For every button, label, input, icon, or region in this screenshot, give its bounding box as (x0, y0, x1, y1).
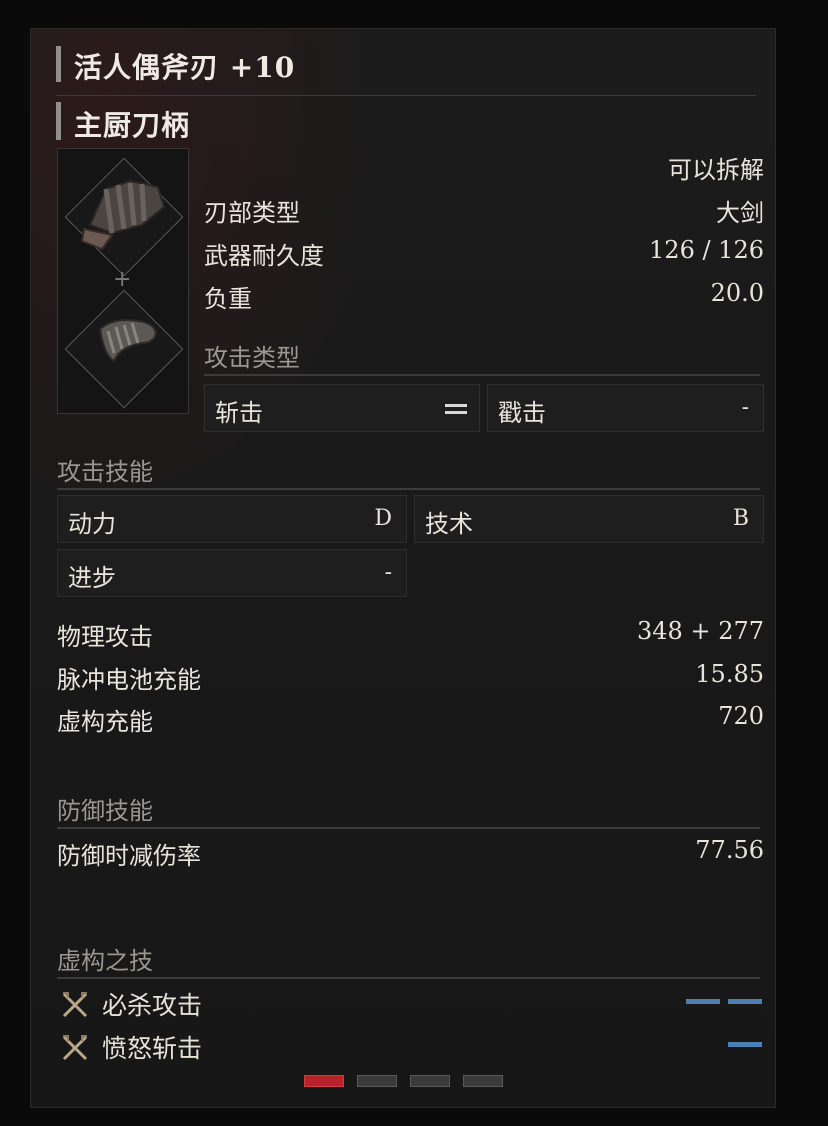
fable-skill-row[interactable]: 愤怒斩击 (60, 1029, 764, 1069)
pierce-value: - (741, 395, 749, 420)
section-divider (57, 977, 760, 979)
power-grade: D (374, 506, 392, 531)
fable-skill-row[interactable]: 必杀攻击 (60, 986, 764, 1026)
power-cell: 动力 D (57, 495, 407, 543)
slash-label: 斩击 (215, 399, 263, 427)
stat-value: 大剑 (716, 199, 764, 227)
attack-skill-title: 攻击技能 (57, 458, 153, 486)
stat-label: 虚构充能 (57, 708, 153, 736)
item-image-box: + (57, 148, 189, 414)
screen-frame: 活人偶斧刃 +10 主厨刀柄 + 可以拆解 刃部类型 大剑 武器耐久度 126 (0, 0, 828, 1126)
fable-slot-icon (728, 999, 762, 1004)
stat-value: 126 / 126 (649, 236, 764, 264)
title-accent-bar (56, 46, 61, 82)
durability-row: 武器耐久度 126 / 126 (204, 236, 764, 274)
fable-skill-label: 愤怒斩击 (102, 1034, 203, 1063)
plus-icon: + (113, 267, 132, 292)
stat-value: 20.0 (710, 279, 764, 307)
attack-type-title: 攻击类型 (204, 344, 300, 372)
section-divider (57, 827, 760, 829)
physical-attack-row: 物理攻击 348 + 277 (57, 617, 764, 655)
dismantle-row: 可以拆解 (204, 150, 764, 188)
page-indicator-1[interactable] (304, 1075, 344, 1087)
fable-charge-row: 虚构充能 720 (57, 702, 764, 740)
stat-value: 15.85 (695, 660, 764, 688)
item-subtitle-row: 主厨刀柄 (56, 100, 756, 146)
handle-name: 主厨刀柄 (74, 109, 191, 142)
guard-reduction-row: 防御时减伤率 77.56 (57, 836, 764, 874)
pulse-cell-row: 脉冲电池充能 15.85 (57, 660, 764, 698)
fable-arts-title: 虚构之技 (57, 947, 153, 975)
fable-slot-icon (728, 1042, 762, 1047)
subtitle-accent-bar (56, 102, 61, 140)
technique-cell: 技术 B (414, 495, 764, 543)
fable-slot-icon (686, 999, 720, 1004)
pierce-cell: 戳击 - (487, 384, 764, 432)
section-divider (57, 488, 760, 490)
fable-skill-label: 必杀攻击 (102, 991, 203, 1020)
crossed-swords-icon (62, 992, 88, 1018)
dismantle-label: 可以拆解 (668, 156, 764, 184)
stat-value: 720 (718, 702, 764, 730)
defense-skill-title: 防御技能 (57, 797, 153, 825)
crossed-swords-icon (62, 1035, 88, 1061)
page-indicator-2[interactable] (357, 1075, 397, 1087)
blade-type-row: 刃部类型 大剑 (204, 193, 764, 231)
section-divider (204, 374, 760, 376)
slash-cell: 斩击 (204, 384, 480, 432)
weight-row: 负重 20.0 (204, 279, 764, 317)
page-indicator-4[interactable] (463, 1075, 503, 1087)
power-label: 动力 (68, 510, 116, 538)
item-title: 活人偶斧刃 +10 (74, 51, 296, 84)
stat-label: 负重 (204, 285, 252, 313)
advance-cell: 进步 - (57, 549, 407, 597)
page-indicator-3[interactable] (410, 1075, 450, 1087)
stat-value: 348 + 277 (637, 617, 764, 645)
stat-value: 77.56 (695, 836, 764, 864)
pierce-label: 戳击 (498, 399, 546, 427)
stat-label: 刃部类型 (204, 199, 300, 227)
advance-label: 进步 (68, 564, 116, 592)
advance-grade: - (384, 560, 392, 585)
item-title-row: 活人偶斧刃 +10 (56, 44, 756, 96)
stat-label: 防御时减伤率 (57, 842, 201, 870)
stat-label: 物理攻击 (57, 623, 153, 651)
handle-icon (98, 319, 158, 363)
technique-grade: B (732, 506, 749, 531)
blade-icon (80, 179, 166, 251)
technique-label: 技术 (425, 510, 473, 538)
stat-label: 武器耐久度 (204, 242, 324, 270)
stat-label: 脉冲电池充能 (57, 666, 201, 694)
equal-icon (445, 404, 467, 416)
